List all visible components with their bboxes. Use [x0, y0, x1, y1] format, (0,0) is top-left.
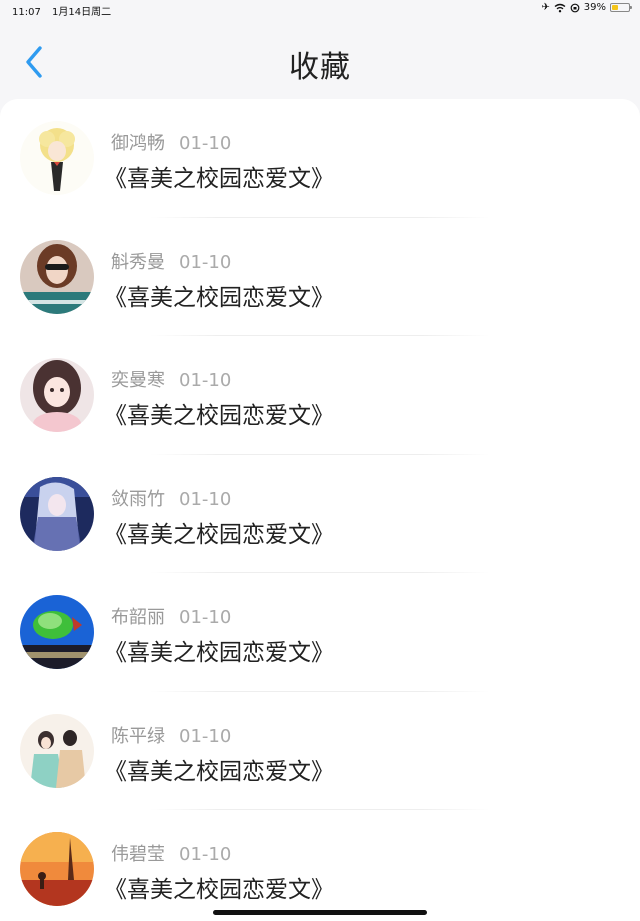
avatar [20, 832, 94, 906]
author-name: 陈平绿 [111, 725, 165, 747]
item-date: 01-10 [179, 607, 232, 628]
item-date: 01-10 [179, 725, 232, 747]
battery-percent: 39% [583, 2, 606, 13]
author-name: 伟碧莹 [111, 844, 165, 865]
favorites-list: 御鸿畅 01-10 《喜美之校园恋爱文》 斛秀曼 01-10 《喜美之校园恋爱文》 [0, 99, 640, 921]
book-title: 《喜美之校园恋爱文》 [104, 403, 334, 429]
list-item[interactable]: 斛秀曼 01-10 《喜美之校园恋爱文》 [0, 218, 640, 336]
item-date: 01-10 [179, 844, 232, 865]
avatar [20, 121, 94, 195]
author-name: 御鸿畅 [111, 133, 165, 154]
item-meta: 伟碧莹 01-10 [111, 840, 231, 866]
avatar [20, 358, 94, 432]
item-meta: 斛秀曼 01-10 [111, 248, 231, 274]
item-meta: 御鸿畅 01-10 [111, 129, 231, 155]
list-item[interactable]: 伟碧莹 01-10 《喜美之校园恋爱文》 [0, 810, 640, 921]
item-date: 01-10 [179, 370, 232, 391]
status-time: 11:07 [12, 7, 41, 18]
list-item[interactable]: 御鸿畅 01-10 《喜美之校园恋爱文》 [0, 99, 640, 218]
book-title: 《喜美之校园恋爱文》 [104, 758, 334, 785]
item-meta: 敛雨竹 01-10 [111, 485, 231, 511]
book-title: 《喜美之校园恋爱文》 [104, 284, 334, 311]
author-name: 布韶丽 [111, 607, 165, 628]
airplane-icon: ✈ [541, 2, 550, 13]
nav-header: 收藏 [0, 20, 640, 98]
book-title: 《喜美之校园恋爱文》 [104, 166, 334, 192]
battery-icon [610, 3, 632, 12]
home-indicator[interactable] [213, 910, 427, 915]
orientation-lock-icon [570, 3, 580, 12]
item-meta: 陈平绿 01-10 [111, 722, 231, 748]
author-name: 敛雨竹 [111, 488, 165, 510]
book-title: 《喜美之校园恋爱文》 [104, 640, 334, 666]
item-meta: 奕曼寒 01-10 [111, 366, 231, 392]
battery-level [612, 5, 618, 10]
item-date: 01-10 [179, 251, 232, 273]
item-date: 01-10 [179, 133, 232, 154]
author-name: 奕曼寒 [111, 370, 165, 391]
book-title: 《喜美之校园恋爱文》 [104, 877, 334, 903]
status-right: ✈ 39% [541, 2, 632, 13]
status-bar: 11:07 1月14日周二 ✈ 39% [0, 0, 640, 20]
list-item[interactable]: 布韶丽 01-10 《喜美之校园恋爱文》 [0, 573, 640, 692]
page-title: 收藏 [289, 50, 351, 85]
avatar [20, 713, 94, 788]
avatar [20, 595, 94, 669]
item-date: 01-10 [179, 488, 232, 510]
status-left: 11:07 1月14日周二 [12, 3, 111, 18]
avatar [20, 239, 94, 314]
list-item[interactable]: 敛雨竹 01-10 《喜美之校园恋爱文》 [0, 455, 640, 573]
item-meta: 布韶丽 01-10 [111, 603, 231, 629]
book-title: 《喜美之校园恋爱文》 [104, 521, 334, 548]
status-date: 1月14日周二 [52, 7, 112, 18]
wifi-icon [554, 3, 566, 12]
list-item[interactable]: 奕曼寒 01-10 《喜美之校园恋爱文》 [0, 336, 640, 455]
list-item[interactable]: 陈平绿 01-10 《喜美之校园恋爱文》 [0, 692, 640, 810]
avatar [20, 476, 94, 551]
author-name: 斛秀曼 [111, 251, 165, 273]
